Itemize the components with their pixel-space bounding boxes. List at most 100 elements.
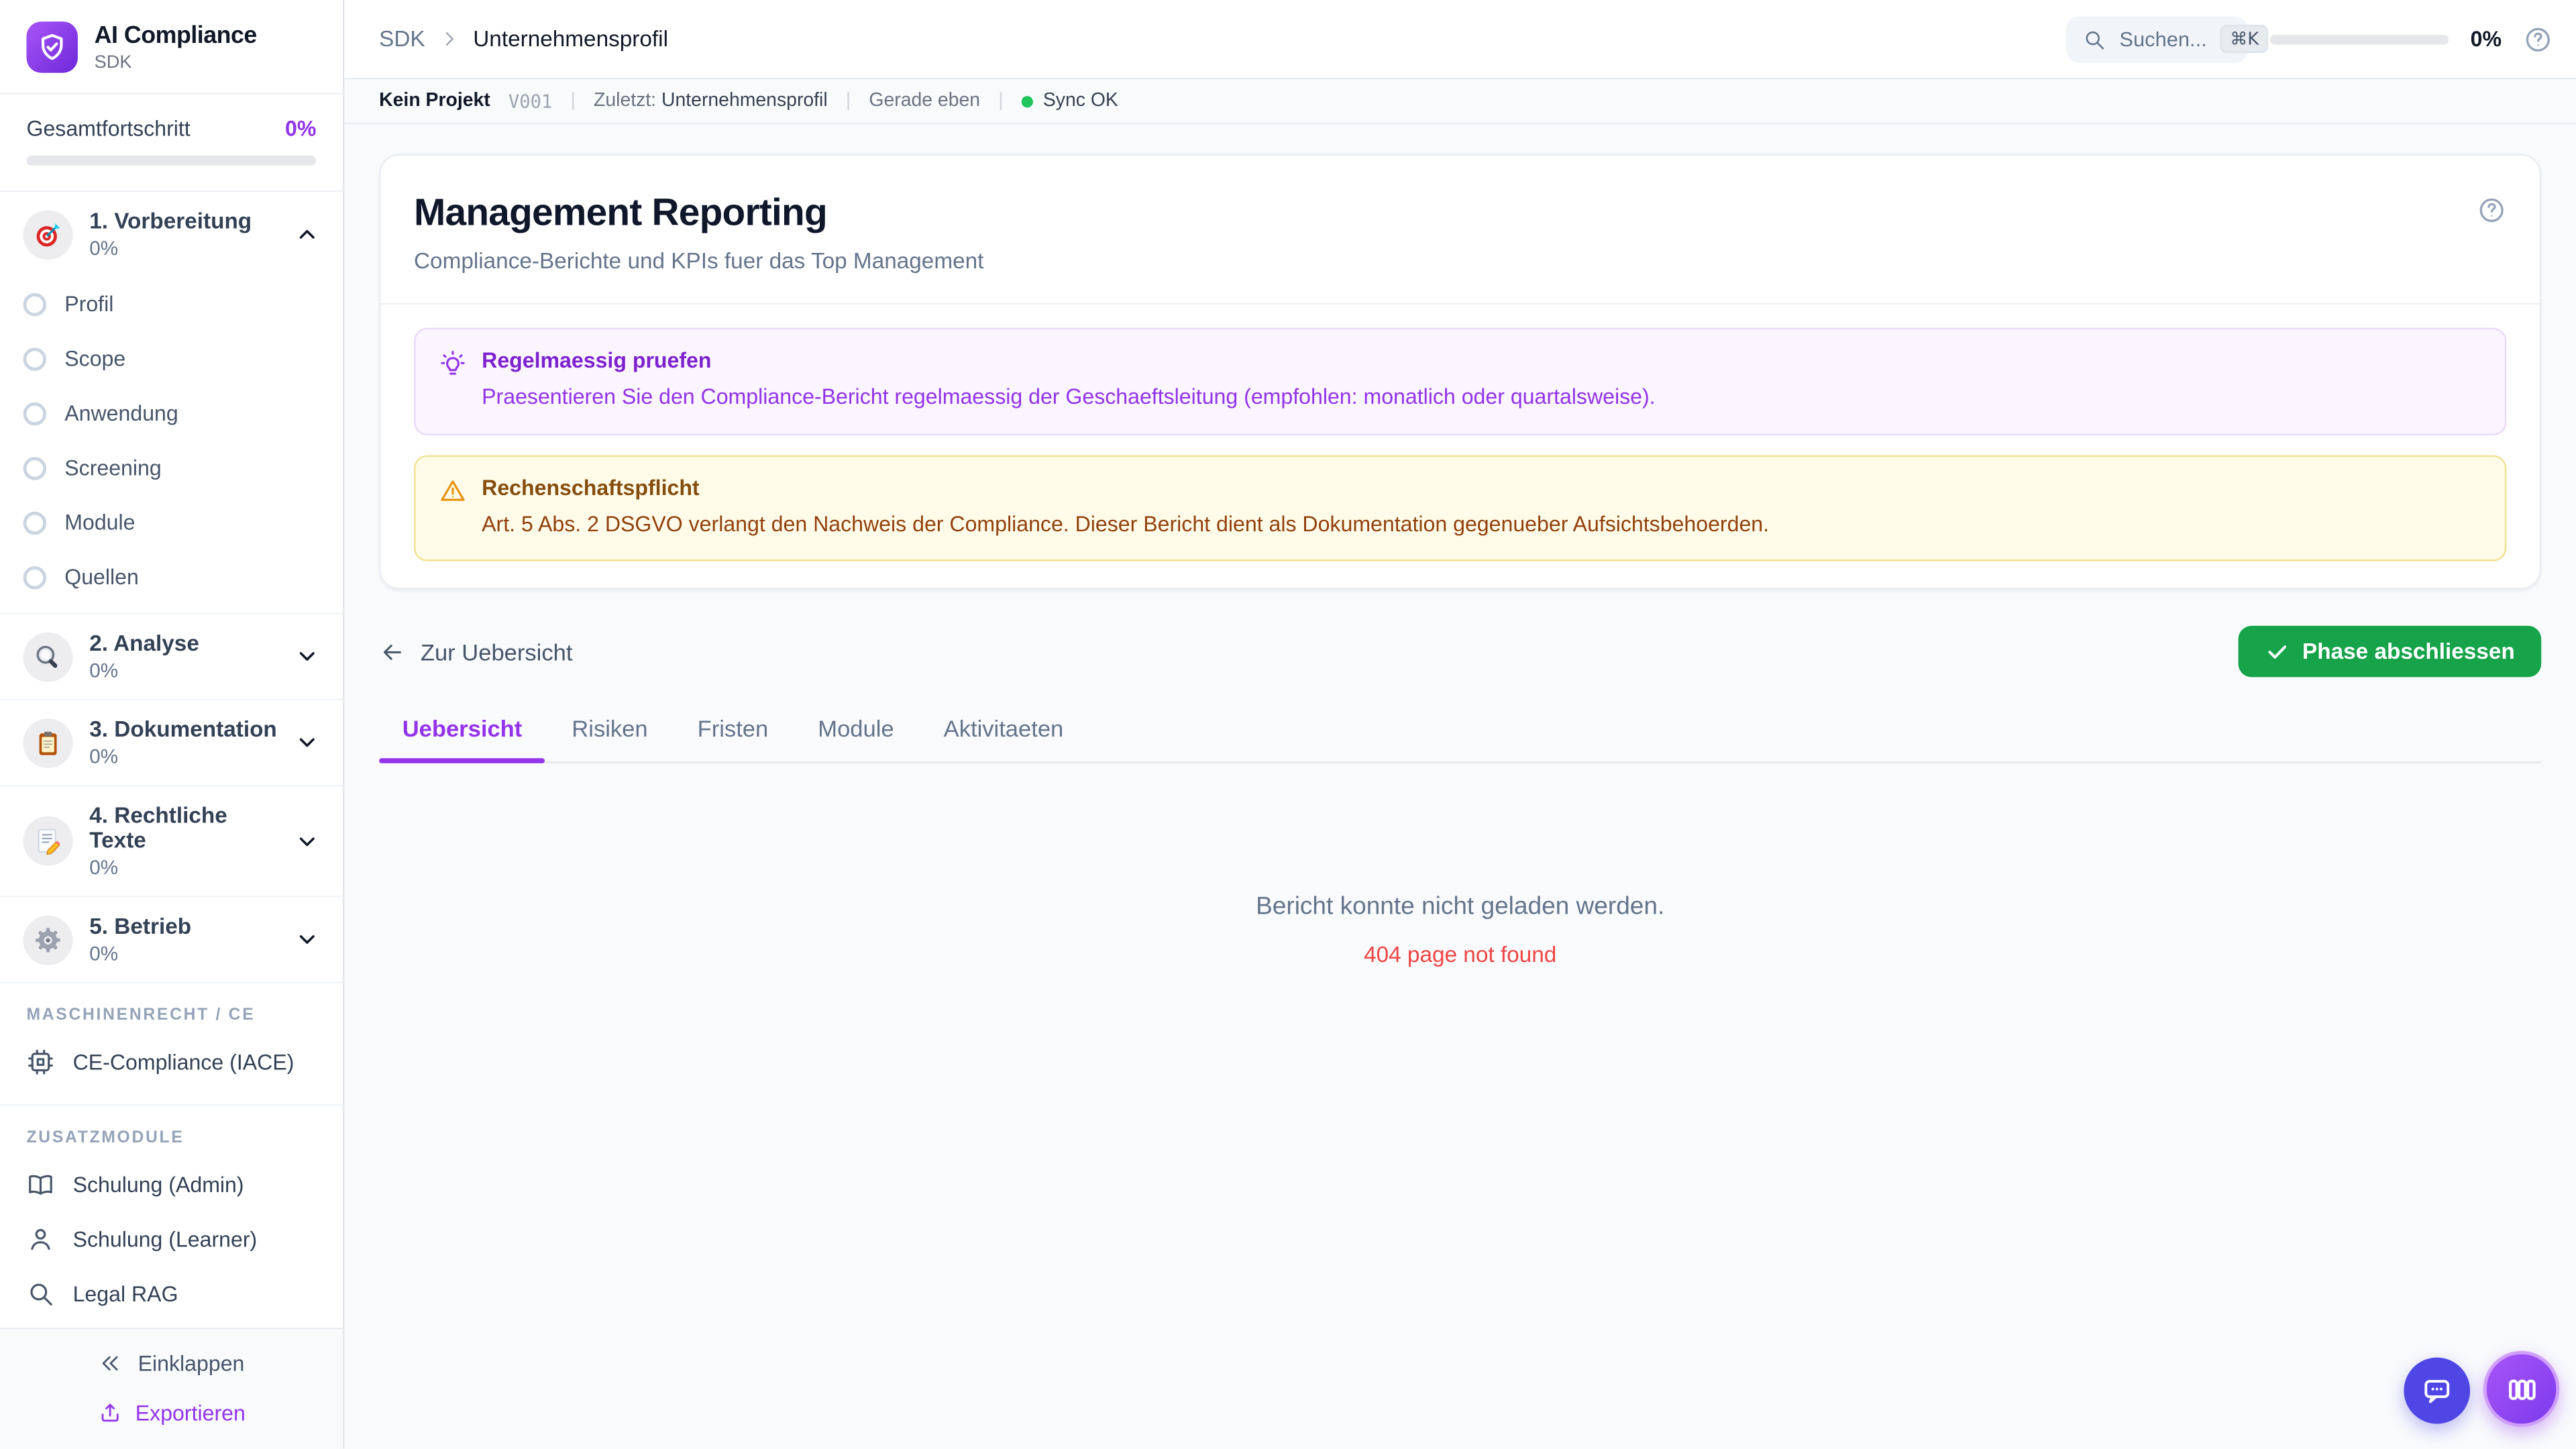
top-bar: SDK Unternehmensprofil Suchen... ⌘K 0% [344, 0, 2576, 80]
phase-subitems: Profil Scope Anwendung Screening Module … [0, 276, 343, 612]
tab-bar: Uebersicht Risiken Fristen Module Aktivi… [379, 715, 2542, 763]
chevron-down-icon[interactable] [294, 927, 319, 952]
header-progress-value: 0% [2470, 26, 2502, 52]
sidebar-item-screening[interactable]: Screening [0, 440, 343, 494]
chat-fab-button[interactable] [2404, 1358, 2471, 1425]
export-button[interactable]: Exportieren [0, 1401, 343, 1426]
help-icon[interactable] [2523, 24, 2553, 54]
tip-text: Praesentieren Sie den Compliance-Bericht… [482, 384, 1656, 409]
breadcrumb-current: Unternehmensprofil [473, 26, 668, 52]
chevron-right-icon [438, 28, 460, 50]
lightbulb-icon [439, 350, 467, 378]
warning-callout: Rechenschaftspflicht Art. 5 Abs. 2 DSGVO… [413, 454, 2507, 561]
sidebar: AI Compliance SDK Gesamtfortschritt 0% 1… [0, 0, 345, 1449]
error-404-text: 404 page not found [1364, 942, 1557, 967]
app-title: AI Compliance [94, 22, 258, 49]
page-title: Management Reporting [413, 190, 828, 233]
phase-header-betrieb[interactable]: 5. Betrieb 0% [0, 898, 343, 982]
action-row: Zur Uebersicht Phase abschliessen [379, 626, 2542, 678]
last-saved-value: Unternehmensprofil [661, 91, 828, 111]
sidebar-item-legal-rag[interactable]: Legal RAG [0, 1267, 343, 1321]
tab-aktivitaeten[interactable]: Aktivitaeten [920, 715, 1087, 761]
warning-triangle-icon [439, 476, 467, 504]
phase-header-vorbereitung[interactable]: 1. Vorbereitung 0% [0, 192, 343, 276]
phase-percent: 0% [89, 236, 119, 260]
warning-text: Art. 5 Abs. 2 DSGVO verlangt den Nachwei… [482, 511, 1770, 536]
phase-header-dokumentation[interactable]: 3. Dokumentation 0% [0, 700, 343, 785]
search-icon [2083, 28, 2106, 51]
phase-header-analyse[interactable]: 2. Analyse 0% [0, 614, 343, 699]
empty-state: Bericht konnte nicht geladen werden. 404… [379, 763, 2541, 967]
sidebar-item-scope[interactable]: Scope [0, 331, 343, 386]
radio-circle-icon [23, 401, 47, 425]
breadcrumb-root[interactable]: SDK [379, 26, 425, 51]
radio-circle-icon [23, 292, 47, 316]
radio-circle-icon [23, 511, 47, 534]
search-input[interactable]: Suchen... ⌘K [2066, 15, 2269, 62]
collapse-sidebar-button[interactable]: Einklappen [0, 1352, 343, 1377]
project-status: Kein Projekt [379, 91, 490, 111]
phase-header-rechtliche-texte[interactable]: 4. Rechtliche Texte 0% [0, 786, 343, 896]
chevron-up-icon[interactable] [294, 222, 319, 247]
tab-module[interactable]: Module [795, 715, 917, 761]
page-subtitle: Compliance-Berichte und KPIs fuer das To… [413, 248, 984, 274]
tab-risiken[interactable]: Risiken [549, 715, 671, 761]
help-icon[interactable] [2477, 191, 2506, 225]
chevron-down-icon[interactable] [294, 730, 319, 755]
sidebar-phase-betrieb: 5. Betrieb 0% [0, 896, 343, 981]
check-icon [2264, 639, 2289, 664]
sidebar-phase-analyse: 2. Analyse 0% [0, 612, 343, 698]
target-icon [23, 209, 73, 260]
shield-check-icon [36, 32, 68, 63]
sidebar-footer: Einklappen Exportieren [0, 1328, 343, 1449]
empty-state-message: Bericht konnte nicht geladen werden. [1256, 892, 1665, 921]
memo-icon [23, 816, 73, 866]
tip-callout: Regelmaessig pruefen Praesentieren Sie d… [413, 327, 2507, 435]
columns-fab-button[interactable] [2483, 1351, 2560, 1428]
tab-uebersicht[interactable]: Uebersicht [379, 715, 546, 763]
sidebar-phase-rechtliche-texte: 4. Rechtliche Texte 0% [0, 784, 343, 896]
user-icon [26, 1225, 54, 1253]
gear-icon [23, 914, 73, 965]
radio-circle-icon [23, 455, 47, 480]
last-saved-label: Zuletzt: [594, 91, 657, 111]
search-shortcut-badge: ⌘K [2220, 25, 2269, 53]
chevron-down-icon[interactable] [294, 828, 319, 853]
app-subtitle: SDK [94, 52, 132, 72]
complete-phase-button[interactable]: Phase abschliessen [2237, 626, 2542, 678]
header-progress-track [2269, 34, 2449, 44]
cpu-icon [26, 1048, 54, 1076]
sidebar-item-schulung-admin[interactable]: Schulung (Admin) [0, 1157, 343, 1212]
sidebar-section-zusatzmodule: ZUSATZMODULE Schulung (Admin) Schulung (… [0, 1104, 343, 1328]
radio-circle-icon [23, 565, 47, 589]
sidebar-item-ai-quality[interactable]: AI Quality [0, 1321, 343, 1328]
last-saved-time: Gerade eben [869, 91, 981, 111]
app-window: AI Compliance SDK Gesamtfortschritt 0% 1… [0, 0, 2576, 1449]
search-icon [26, 1280, 54, 1308]
sidebar-item-schulung-learner[interactable]: Schulung (Learner) [0, 1212, 343, 1267]
sidebar-item-anwendung[interactable]: Anwendung [0, 386, 343, 440]
sidebar-phase-dokumentation: 3. Dokumentation 0% [0, 698, 343, 784]
sidebar-phase-vorbereitung: 1. Vorbereitung 0% Profil Scope Anwendun… [0, 192, 343, 612]
clipboard-icon [23, 717, 73, 767]
page-content: Management Reporting Compliance-Berichte… [344, 124, 2576, 1449]
overall-progress: Gesamtfortschritt 0% [0, 95, 343, 193]
phase-label: 1. Vorbereitung [89, 208, 252, 233]
radio-circle-icon [23, 347, 47, 370]
tab-fristen[interactable]: Fristen [674, 715, 792, 761]
sidebar-item-quellen[interactable]: Quellen [0, 549, 343, 604]
overall-progress-track [26, 155, 317, 166]
sync-status: Sync OK [1042, 91, 1118, 111]
tip-title: Regelmaessig pruefen [482, 347, 712, 373]
sidebar-item-module[interactable]: Module [0, 495, 343, 549]
sidebar-item-profil[interactable]: Profil [0, 276, 343, 331]
back-to-overview-link[interactable]: Zur Uebersicht [379, 639, 572, 665]
module-card: Management Reporting Compliance-Berichte… [379, 154, 2542, 590]
sidebar-item-ce-compliance[interactable]: CE-Compliance (IACE) [0, 1034, 343, 1089]
chevron-down-icon[interactable] [294, 644, 319, 669]
upload-icon [97, 1401, 122, 1426]
sidebar-scroll: AI Compliance SDK Gesamtfortschritt 0% 1… [0, 0, 343, 1328]
section-header: MASCHINENRECHT / CE [26, 1006, 256, 1025]
warning-title: Rechenschaftspflicht [482, 474, 700, 500]
chat-bubble-icon [2420, 1375, 2453, 1407]
